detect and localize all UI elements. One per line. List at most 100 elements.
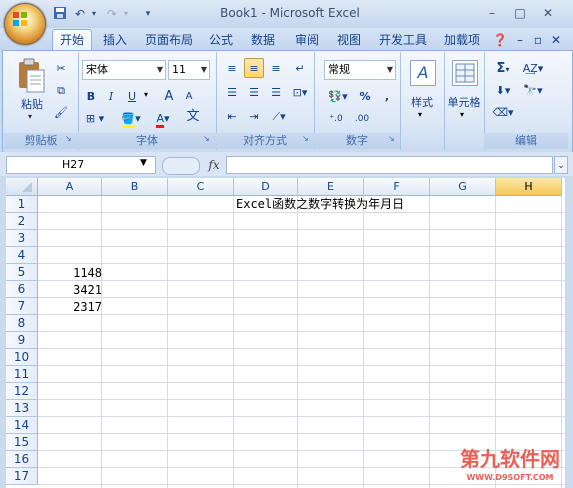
row-header-14[interactable]: 14 xyxy=(6,417,38,434)
formula-bar-toggle[interactable] xyxy=(162,157,200,175)
row-header-4[interactable]: 4 xyxy=(6,247,38,264)
ribbon-minimize-icon[interactable]: – xyxy=(514,31,526,49)
tab-formulas[interactable]: 公式 xyxy=(204,31,238,49)
comma-style-button[interactable]: , xyxy=(378,86,396,106)
row-header-1[interactable]: 1 xyxy=(6,196,38,213)
orientation-icon[interactable]: ⟋▾ xyxy=(266,106,292,126)
formula-input[interactable] xyxy=(226,156,553,174)
row-header-12[interactable]: 12 xyxy=(6,383,38,400)
align-right-icon[interactable]: ☰ xyxy=(266,82,286,102)
font-launcher-icon[interactable]: ↘ xyxy=(203,134,213,144)
border-icon[interactable]: ⊞ ▾ xyxy=(82,108,108,128)
row-header-16[interactable]: 16 xyxy=(6,451,38,468)
font-size-select[interactable]: 11 ▼ xyxy=(168,60,210,80)
number-format-select[interactable]: 常规 ▼ xyxy=(324,60,396,80)
bold-button[interactable]: B xyxy=(82,86,100,106)
clear-icon[interactable]: ⌫▾ xyxy=(490,102,516,122)
merge-center-icon[interactable]: ⊡▾ xyxy=(288,82,312,102)
fill-color-icon[interactable]: 🪣▾ xyxy=(116,108,146,128)
cells-dropdown-icon[interactable]: ▾ xyxy=(460,110,464,119)
increase-decimal-icon[interactable]: ⁺.0 xyxy=(324,108,348,128)
tab-data[interactable]: 数据 xyxy=(246,31,280,49)
alignment-launcher-icon[interactable]: ↘ xyxy=(302,134,312,144)
minimize-button[interactable]: – xyxy=(482,4,502,22)
name-box-dropdown-icon[interactable]: ▼ xyxy=(140,158,147,168)
ribbon-close-icon[interactable]: ✕ xyxy=(550,31,562,49)
number-launcher-icon[interactable]: ↘ xyxy=(388,134,398,144)
save-icon[interactable] xyxy=(52,6,68,22)
insert-function-button[interactable]: fx xyxy=(205,156,223,174)
align-middle-icon[interactable]: ≡ xyxy=(244,58,264,78)
styles-icon[interactable]: A xyxy=(410,60,436,86)
column-header-h[interactable]: H xyxy=(496,178,562,196)
sort-filter-icon[interactable]: A͢Z▾ xyxy=(518,58,548,78)
styles-dropdown-icon[interactable]: ▾ xyxy=(418,110,422,119)
tab-home[interactable]: 开始 xyxy=(52,29,92,51)
row-header-7[interactable]: 7 xyxy=(6,298,38,315)
close-button[interactable]: ✕ xyxy=(538,4,558,22)
row-header-17[interactable]: 17 xyxy=(6,468,38,485)
italic-button[interactable]: I xyxy=(102,86,120,106)
format-painter-icon[interactable]: 🖌 xyxy=(52,102,70,122)
align-bottom-icon[interactable]: ≡ xyxy=(266,58,286,78)
row-header-10[interactable]: 10 xyxy=(6,349,38,366)
tab-addins[interactable]: 加载项 xyxy=(440,31,484,49)
tab-developer[interactable]: 开发工具 xyxy=(374,31,432,49)
name-box[interactable]: H27 xyxy=(6,156,156,174)
shrink-font-button[interactable]: A xyxy=(180,86,198,106)
row-header-8[interactable]: 8 xyxy=(6,315,38,332)
row-header-3[interactable]: 3 xyxy=(6,230,38,247)
paste-button-label[interactable]: 粘贴 xyxy=(16,96,48,112)
maximize-button[interactable]: □ xyxy=(510,4,530,22)
fill-icon[interactable]: ⬇▾ xyxy=(490,80,516,100)
column-header-a[interactable]: A xyxy=(38,178,102,196)
column-header-g[interactable]: G xyxy=(430,178,496,196)
cell-a6[interactable]: 3421 xyxy=(40,282,102,299)
help-icon[interactable]: ❓ xyxy=(492,31,508,49)
decrease-indent-icon[interactable]: ⇤ xyxy=(222,106,242,126)
column-header-d[interactable]: D xyxy=(234,178,298,196)
cells-button-label[interactable]: 单元格 xyxy=(444,94,484,110)
row-header-5[interactable]: 5 xyxy=(6,264,38,281)
accounting-format-icon[interactable]: 💱▾ xyxy=(324,86,352,106)
increase-indent-icon[interactable]: ⇥ xyxy=(244,106,264,126)
tab-review[interactable]: 审阅 xyxy=(290,31,324,49)
row-header-9[interactable]: 9 xyxy=(6,332,38,349)
column-header-c[interactable]: C xyxy=(168,178,234,196)
phonetic-guide-button[interactable]: 文 xyxy=(180,106,206,126)
cut-icon[interactable]: ✂ xyxy=(52,58,70,78)
redo-dropdown-icon[interactable]: ▾ xyxy=(118,6,134,22)
underline-button[interactable]: U xyxy=(122,86,142,106)
cell-a5[interactable]: 1148 xyxy=(40,265,102,282)
wrap-text-icon[interactable]: ↵ xyxy=(290,58,310,78)
tab-insert[interactable]: 插入 xyxy=(98,31,132,49)
row-header-2[interactable]: 2 xyxy=(6,213,38,230)
grow-font-button[interactable]: A xyxy=(160,86,178,106)
column-header-e[interactable]: E xyxy=(298,178,364,196)
column-header-b[interactable]: B xyxy=(102,178,168,196)
font-name-select[interactable]: 宋体 ▼ xyxy=(82,60,166,80)
row-header-6[interactable]: 6 xyxy=(6,281,38,298)
row-header-13[interactable]: 13 xyxy=(6,400,38,417)
percent-style-button[interactable]: % xyxy=(356,86,374,106)
tab-page-layout[interactable]: 页面布局 xyxy=(140,31,198,49)
align-center-icon[interactable]: ☰ xyxy=(244,82,264,102)
cells-icon[interactable] xyxy=(452,60,478,86)
column-header-f[interactable]: F xyxy=(364,178,430,196)
copy-icon[interactable]: ⧉ xyxy=(52,80,70,100)
autosum-button[interactable]: Σ▾ xyxy=(490,58,516,78)
font-color-button[interactable]: A▾ xyxy=(150,108,176,128)
customize-qat-icon[interactable]: ▾ xyxy=(140,6,156,22)
decrease-decimal-icon[interactable]: .00 xyxy=(350,108,374,128)
clipboard-launcher-icon[interactable]: ↘ xyxy=(65,134,75,144)
cell-a7[interactable]: 2317 xyxy=(40,299,102,316)
cell-d1[interactable]: Excel函数之数字转换为年月日 xyxy=(236,196,404,213)
row-header-11[interactable]: 11 xyxy=(6,366,38,383)
ribbon-restore-icon[interactable]: ▫ xyxy=(532,31,544,49)
expand-formula-bar-icon[interactable]: ⌄ xyxy=(554,156,568,174)
row-header-15[interactable]: 15 xyxy=(6,434,38,451)
styles-button-label[interactable]: 样式 xyxy=(402,94,442,110)
align-left-icon[interactable]: ☰ xyxy=(222,82,242,102)
align-top-icon[interactable]: ≡ xyxy=(222,58,242,78)
paste-icon[interactable] xyxy=(16,58,46,94)
